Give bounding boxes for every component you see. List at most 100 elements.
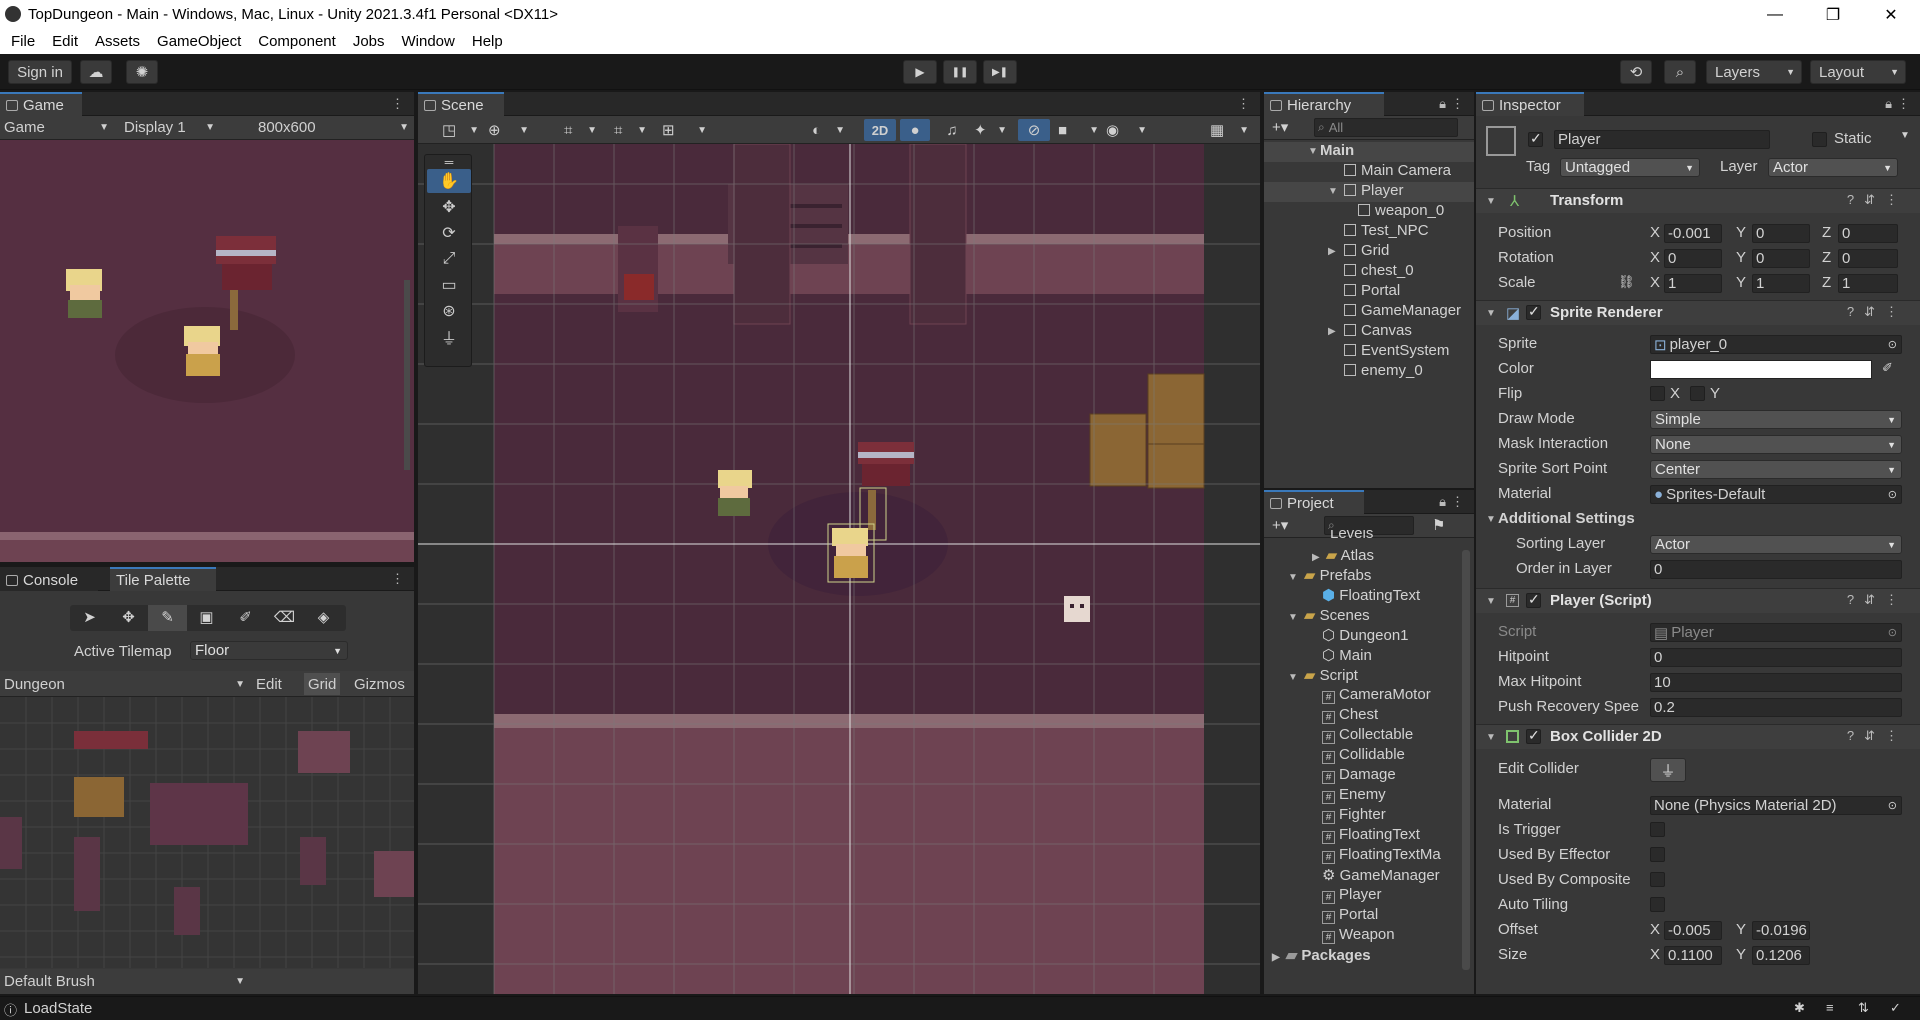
select-tool-icon[interactable]: ➤ — [70, 605, 109, 631]
kebab-menu-icon[interactable]: ⋮ — [1451, 494, 1464, 510]
mask-interaction-dropdown[interactable]: None ▼ — [1650, 435, 1902, 454]
project-item-gamemanager[interactable]: ⚙ GameManager — [1322, 866, 1440, 884]
is-trigger-checkbox[interactable] — [1650, 822, 1665, 837]
size-y-field[interactable]: 0.1206 — [1752, 946, 1810, 965]
hitpoint-field[interactable]: 0 — [1650, 648, 1902, 667]
progress-icon[interactable]: ⇅ — [1858, 1000, 1869, 1016]
player-script-header[interactable]: ▼ # Player (Script) ?⇵⋮ — [1476, 588, 1920, 613]
history-icon[interactable]: ⟲ — [1620, 60, 1652, 84]
menu-jobs[interactable]: Jobs — [344, 33, 393, 50]
add-icon[interactable]: +▾ — [1272, 118, 1288, 136]
brush-tool-icon[interactable]: ✎ — [148, 605, 187, 631]
flip-y-checkbox[interactable] — [1690, 386, 1705, 401]
rotation-y-field[interactable]: 0 — [1752, 249, 1810, 268]
transform-header[interactable]: ▼ ⅄ Transform ?⇵⋮ — [1476, 188, 1920, 213]
order-in-layer-field[interactable]: 0 — [1650, 560, 1902, 579]
project-scrollbar[interactable] — [1462, 550, 1470, 970]
effects-icon[interactable]: ✦ ▼ — [974, 119, 1010, 141]
custom-tool-icon[interactable]: ⏚ — [427, 325, 471, 349]
project-item-floatingtextmanager[interactable]: # FloatingTextMa — [1322, 846, 1441, 864]
shading-icon[interactable]: ◐ ▼ — [812, 119, 848, 141]
chevron-down-icon[interactable]: ▼ — [1900, 130, 1910, 141]
project-item-prefabs[interactable]: ▼ ▰ Prefabs — [1288, 566, 1371, 584]
display-dropdown[interactable]: Display 1 ▼ — [124, 116, 218, 138]
project-item-portal[interactable]: # Portal — [1322, 906, 1378, 924]
kebab-menu-icon[interactable]: ⋮ — [391, 571, 404, 587]
hierarchy-item-main[interactable]: ▼ Main — [1264, 142, 1474, 162]
constrain-proportions-icon[interactable]: ⛓ — [1618, 274, 1635, 290]
collider-material-field[interactable]: None (Physics Material 2D) ⊙ — [1650, 796, 1902, 815]
size-x-field[interactable]: 0.1100 — [1664, 946, 1722, 965]
project-item-dungeon1[interactable]: ⬡ Dungeon1 — [1322, 626, 1409, 644]
project-item-levels[interactable]: Levels — [1330, 530, 1373, 542]
push-recovery-field[interactable]: 0.2 — [1650, 698, 1902, 717]
sort-point-dropdown[interactable]: Center ▼ — [1650, 460, 1902, 479]
layout-dropdown[interactable]: Layout ▼ — [1810, 60, 1906, 84]
project-item-collectable[interactable]: # Collectable — [1322, 726, 1413, 744]
menu-file[interactable]: File — [2, 33, 43, 50]
hierarchy-item-test-npc[interactable]: Test_NPC — [1264, 222, 1474, 242]
edit-collider-button[interactable]: ⏚ — [1650, 758, 1686, 782]
static-checkbox[interactable] — [1812, 132, 1827, 147]
move-tool-icon[interactable]: ✥ — [427, 195, 471, 219]
step-button[interactable]: ▶❚ — [983, 60, 1017, 84]
additional-settings-foldout[interactable]: Additional Settings — [1498, 510, 1635, 527]
scale-z-field[interactable]: 1 — [1838, 274, 1898, 293]
active-checkbox[interactable] — [1528, 130, 1543, 147]
hierarchy-item-chest[interactable]: chest_0 — [1264, 262, 1474, 282]
hand-tool-icon[interactable]: ✋ — [427, 169, 471, 193]
tab-project[interactable]: Project — [1264, 490, 1364, 514]
project-item-floatingtext-prefab[interactable]: ⬢ FloatingText — [1322, 586, 1420, 604]
active-tilemap-dropdown[interactable]: Floor ▼ — [190, 641, 348, 660]
sprite-renderer-header[interactable]: ▼ ◪ Sprite Renderer ?⇵⋮ — [1476, 300, 1920, 325]
offset-y-field[interactable]: -0.0196 — [1752, 921, 1810, 940]
brush-dropdown[interactable]: Default Brush ▼ — [4, 970, 248, 992]
rotation-x-field[interactable]: 0 — [1664, 249, 1722, 268]
rect-tool-icon[interactable]: ▭ — [427, 273, 471, 297]
used-by-composite-checkbox[interactable] — [1650, 872, 1665, 887]
tab-console[interactable]: Console — [0, 567, 98, 591]
game-scrollbar[interactable] — [404, 280, 410, 470]
hierarchy-item-main-camera[interactable]: Main Camera — [1264, 162, 1474, 182]
close-button[interactable]: ✕ — [1862, 0, 1920, 29]
lock-icon[interactable]: 🔒︎ — [1439, 494, 1446, 510]
snap-increment-icon[interactable]: ⌗ ▼ — [614, 119, 650, 141]
hierarchy-item-grid[interactable]: ▶ Grid — [1264, 242, 1474, 262]
project-item-cameramotor[interactable]: # CameraMotor — [1322, 686, 1431, 704]
audio-icon[interactable]: ♫ — [938, 119, 966, 141]
kebab-menu-icon[interactable]: ⋮ — [1897, 96, 1910, 112]
object-name-field[interactable]: Player — [1554, 130, 1770, 149]
resolution-dropdown[interactable]: 800x600 ▼ — [258, 116, 412, 138]
tab-tile-palette[interactable]: Tile Palette — [110, 567, 216, 591]
component-actions[interactable]: ?⇵⋮ — [1847, 728, 1908, 744]
hierarchy-item-portal[interactable]: Portal — [1264, 282, 1474, 302]
menu-edit[interactable]: Edit — [43, 33, 86, 50]
tab-hierarchy[interactable]: Hierarchy — [1264, 92, 1384, 116]
offset-x-field[interactable]: -0.005 — [1664, 921, 1722, 940]
project-item-chest[interactable]: # Chest — [1322, 706, 1378, 724]
play-button[interactable]: ▶ — [903, 60, 937, 84]
flip-x-checkbox[interactable] — [1650, 386, 1665, 401]
palette-gizmos-button[interactable]: Gizmos — [354, 673, 405, 695]
add-icon[interactable]: +▾ — [1272, 516, 1288, 534]
project-item-packages[interactable]: ▶ ▰ Packages — [1272, 946, 1371, 964]
snap-grid-icon[interactable]: ⌗ ▼ — [564, 119, 600, 141]
sign-in-button[interactable]: Sign in — [8, 60, 72, 84]
menu-help[interactable]: Help — [463, 33, 511, 50]
kebab-menu-icon[interactable]: ⋮ — [1237, 96, 1250, 112]
menu-window[interactable]: Window — [393, 33, 463, 50]
scene-view[interactable] — [418, 144, 1260, 994]
palette-edit-button[interactable]: Edit — [256, 673, 282, 695]
move-tool-icon[interactable]: ✥ — [109, 605, 148, 631]
object-picker-icon[interactable]: ⊙ — [1888, 488, 1897, 501]
component-actions[interactable]: ?⇵⋮ — [1847, 192, 1908, 208]
eraser-icon[interactable]: ⌫ — [265, 605, 304, 631]
hierarchy-search-input[interactable]: ⌕ All — [1314, 118, 1458, 137]
project-item-main-scene[interactable]: ⬡ Main — [1322, 646, 1372, 664]
material-field[interactable]: ● Sprites-Default ⊙ — [1650, 485, 1902, 504]
scale-y-field[interactable]: 1 — [1752, 274, 1810, 293]
bug-icon[interactable]: ✱ — [1794, 1000, 1805, 1016]
tag-dropdown[interactable]: Untagged ▼ — [1560, 158, 1700, 177]
component-actions[interactable]: ?⇵⋮ — [1847, 592, 1908, 608]
hierarchy-item-gamemanager[interactable]: GameManager — [1264, 302, 1474, 322]
